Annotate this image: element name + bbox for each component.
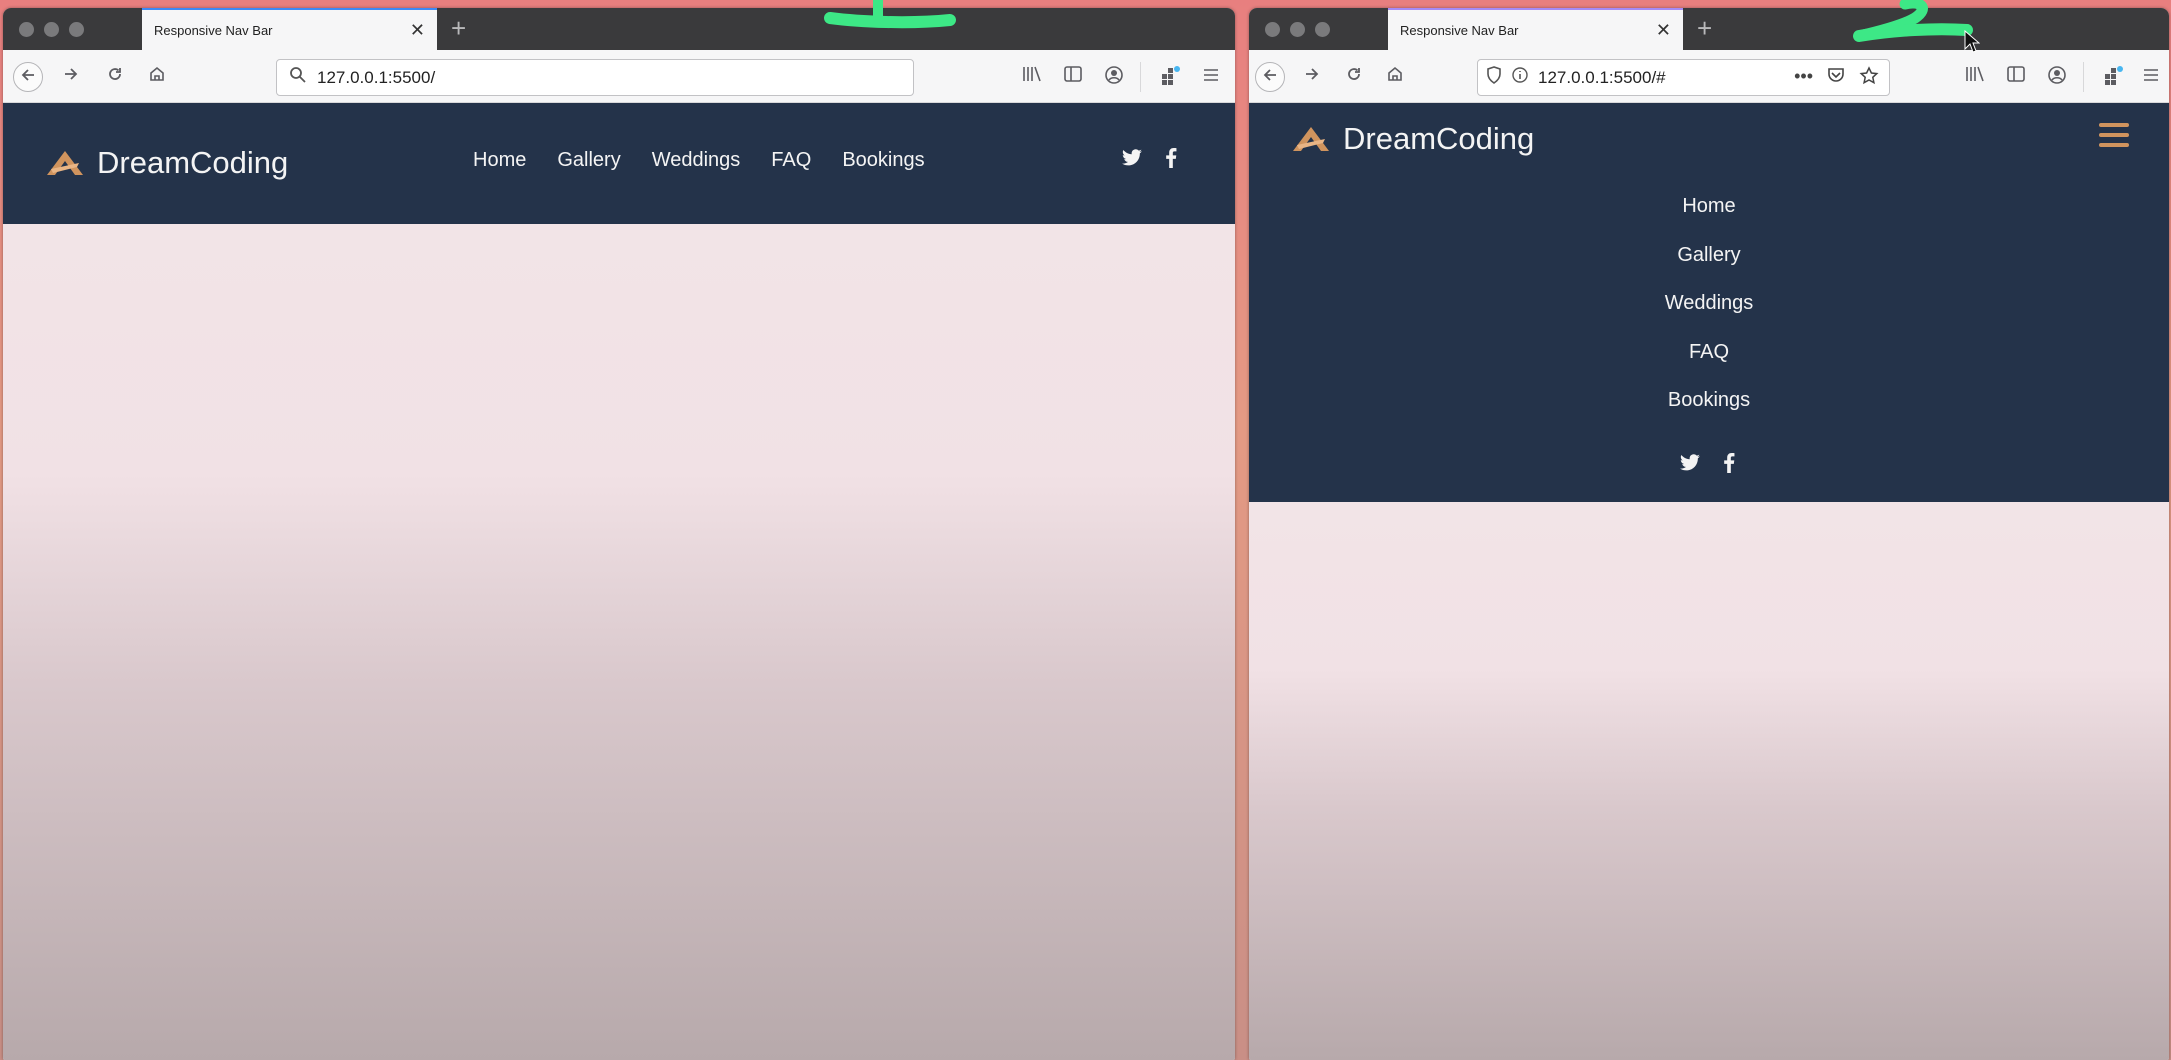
mouse-cursor-icon xyxy=(1964,30,1980,53)
forward-button[interactable] xyxy=(1297,62,1327,92)
browser-window-mobile: Responsive Nav Bar ✕ + 127.0.0.1:5500/# xyxy=(1249,8,2169,1060)
brand-logo[interactable]: DreamCoding xyxy=(45,145,288,181)
twitter-icon[interactable] xyxy=(1679,454,1701,477)
tab-title: Responsive Nav Bar xyxy=(1400,22,1519,38)
pocket-icon[interactable] xyxy=(1827,66,1845,91)
extensions-icon[interactable] xyxy=(2101,65,2125,89)
window-controls xyxy=(19,22,84,37)
extensions-icon[interactable] xyxy=(1158,65,1182,89)
page-actions-icon[interactable]: ••• xyxy=(1794,66,1813,91)
url-text: 127.0.0.1:5500/ xyxy=(317,67,436,87)
account-icon[interactable] xyxy=(1102,65,1126,89)
library-icon[interactable] xyxy=(1963,65,1987,89)
home-button[interactable] xyxy=(1380,62,1410,92)
tab-close-icon[interactable]: ✕ xyxy=(410,20,425,40)
back-button[interactable] xyxy=(1255,62,1285,92)
sidebar-icon[interactable] xyxy=(2004,65,2028,89)
annotation-mark-1 xyxy=(824,0,956,29)
window-controls xyxy=(1265,22,1330,37)
logo-icon xyxy=(1293,127,1329,151)
back-button[interactable] xyxy=(13,62,43,92)
url-text: 127.0.0.1:5500/# xyxy=(1538,67,1666,87)
menu-item-weddings[interactable]: Weddings xyxy=(1249,286,2169,335)
minimize-window-button[interactable] xyxy=(1290,22,1305,37)
browser-toolbar: 127.0.0.1:5500/ xyxy=(3,50,1235,103)
logo-icon xyxy=(47,151,83,175)
home-icon xyxy=(150,66,164,81)
facebook-icon[interactable] xyxy=(1723,453,1735,478)
arrow-right-icon xyxy=(1306,68,1319,80)
menu-item-gallery[interactable]: Gallery xyxy=(1249,238,2169,287)
url-actions: ••• xyxy=(1794,66,1879,91)
menu-item-weddings[interactable]: Weddings xyxy=(652,149,741,172)
close-window-button[interactable] xyxy=(1265,22,1280,37)
main-menu: Home Gallery Weddings FAQ Bookings xyxy=(1249,189,2169,432)
home-button[interactable] xyxy=(142,62,172,92)
social-links xyxy=(1121,148,1177,173)
browser-window-desktop: Responsive Nav Bar ✕ + 127.0.0.1:5500/ D… xyxy=(3,8,1235,1060)
menu-icon[interactable] xyxy=(1199,65,1223,89)
arrow-left-icon xyxy=(21,69,34,81)
menu-item-gallery[interactable]: Gallery xyxy=(557,149,620,172)
main-menu: Home Gallery Weddings FAQ Bookings xyxy=(473,149,925,172)
menu-item-home[interactable]: Home xyxy=(473,149,526,172)
annotation-mark-2 xyxy=(1853,0,1973,42)
reload-button[interactable] xyxy=(100,62,130,92)
brand-logo[interactable]: DreamCoding xyxy=(1291,121,1534,157)
reload-icon xyxy=(1348,68,1360,80)
menu-item-bookings[interactable]: Bookings xyxy=(1249,383,2169,432)
arrow-left-icon xyxy=(1263,69,1276,81)
brand-name: DreamCoding xyxy=(97,145,289,180)
menu-icon[interactable] xyxy=(2139,65,2163,89)
hamburger-menu-icon[interactable] xyxy=(2099,123,2129,149)
facebook-icon[interactable] xyxy=(1165,148,1177,173)
site-navbar: DreamCoding Home Gallery Weddings FAQ Bo… xyxy=(1249,103,2169,502)
tab-title: Responsive Nav Bar xyxy=(154,22,273,38)
sidebar-icon[interactable] xyxy=(1061,65,1085,89)
arrow-right-icon xyxy=(65,68,78,80)
bookmark-star-icon[interactable] xyxy=(1859,66,1879,91)
home-icon xyxy=(1388,66,1402,81)
menu-item-home[interactable]: Home xyxy=(1249,189,2169,238)
forward-button[interactable] xyxy=(56,62,86,92)
browser-tab[interactable]: Responsive Nav Bar ✕ xyxy=(1388,8,1683,50)
tab-close-icon[interactable]: ✕ xyxy=(1656,20,1671,40)
page-body xyxy=(3,224,1235,1060)
twitter-icon[interactable] xyxy=(1121,149,1143,172)
title-bar: Responsive Nav Bar ✕ + xyxy=(1249,8,2169,50)
address-bar[interactable]: 127.0.0.1:5500/ xyxy=(276,59,914,96)
reload-button[interactable] xyxy=(1339,62,1369,92)
new-tab-button[interactable]: + xyxy=(1697,14,1712,42)
search-icon xyxy=(289,66,307,89)
title-bar: Responsive Nav Bar ✕ + xyxy=(3,8,1235,50)
shield-icon xyxy=(1486,66,1502,89)
menu-item-bookings[interactable]: Bookings xyxy=(842,149,924,172)
brand-name: DreamCoding xyxy=(1343,121,1535,156)
library-icon[interactable] xyxy=(1020,65,1044,89)
minimize-window-button[interactable] xyxy=(44,22,59,37)
menu-item-faq[interactable]: FAQ xyxy=(1249,335,2169,384)
address-bar[interactable]: 127.0.0.1:5500/# ••• xyxy=(1477,59,1890,96)
browser-toolbar: 127.0.0.1:5500/# ••• xyxy=(1249,50,2169,103)
info-icon xyxy=(1512,67,1528,88)
account-icon[interactable] xyxy=(2045,65,2069,89)
reload-icon xyxy=(109,68,121,80)
social-links xyxy=(1679,453,1735,478)
site-navbar: DreamCoding Home Gallery Weddings FAQ Bo… xyxy=(3,103,1235,224)
maximize-window-button[interactable] xyxy=(69,22,84,37)
maximize-window-button[interactable] xyxy=(1315,22,1330,37)
close-window-button[interactable] xyxy=(19,22,34,37)
new-tab-button[interactable]: + xyxy=(451,14,466,42)
browser-tab[interactable]: Responsive Nav Bar ✕ xyxy=(142,8,437,50)
menu-item-faq[interactable]: FAQ xyxy=(771,149,811,172)
page-body xyxy=(1249,502,2169,1060)
